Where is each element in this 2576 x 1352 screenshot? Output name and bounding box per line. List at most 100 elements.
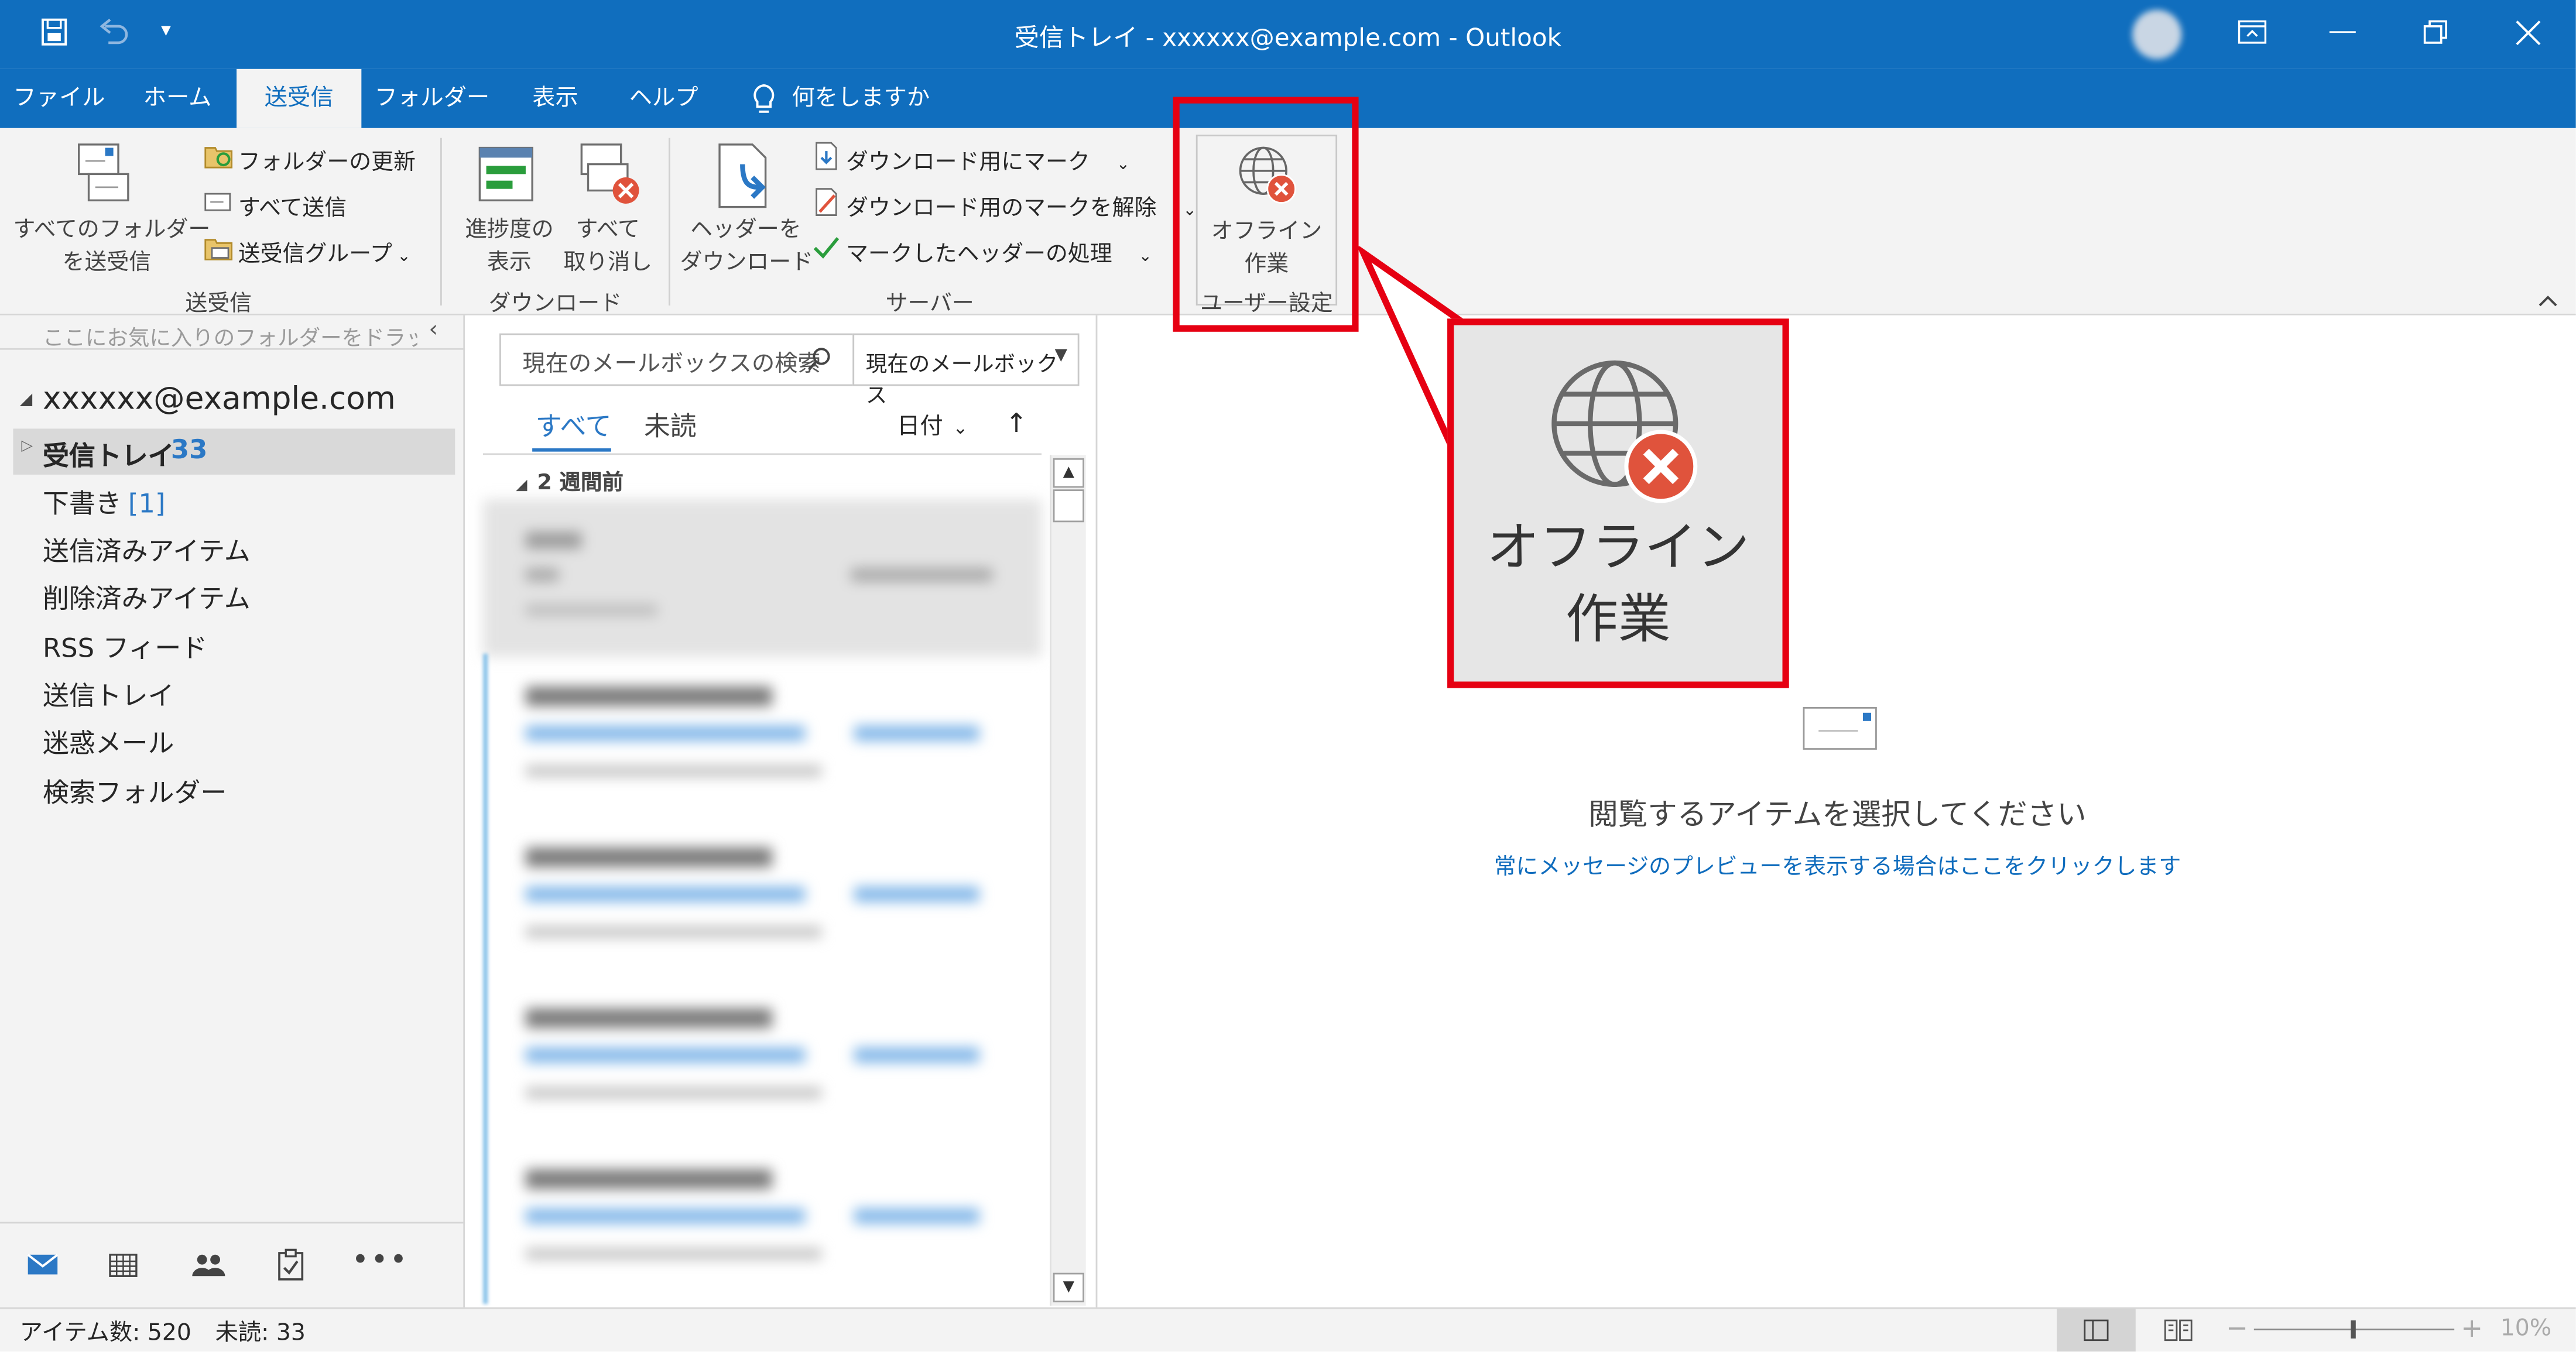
tab-folder[interactable]: フォルダー [371,69,493,128]
send-receive-groups-button[interactable]: 送受信グループ ⌄ [238,235,411,267]
show-progress-line1: 進捗度の [465,217,554,243]
filter-all-tab[interactable]: すべて [536,404,612,443]
expand-icon[interactable]: ▷ [21,438,32,455]
user-avatar[interactable] [2132,9,2182,60]
title-bar: ▾ 受信トレイ - xxxxxx@example.com - Outlook [0,0,2576,69]
unread-count: 33 [170,433,208,465]
people-icon[interactable] [190,1250,227,1279]
close-icon[interactable] [2513,18,2543,48]
message-list-pane: 現在のメールボックスの検索 現在のメールボックス ▼ すべて 未読 日付 ⌄ ↑ … [466,315,1098,1308]
download-headers-button[interactable]: ヘッダーを ダウンロード [680,210,813,276]
scrollbar-thumb[interactable] [1053,489,1084,523]
folder-pane: ここにお気に入りのフォルダーをドラッグしま ‹ ◢ xxxxxx@example… [0,315,465,1308]
blurred-preview [525,1248,821,1260]
tell-me-search[interactable]: 何をしますか [792,69,940,128]
folder-deleted-items[interactable]: 削除済みアイテム [43,577,251,616]
message-item[interactable] [483,821,1042,979]
cancel-all-line2: 取り消し [563,249,652,276]
message-item[interactable] [482,499,1042,657]
zoom-level: 10% [2500,1315,2552,1342]
folder-inbox-label: 受信トレイ [42,440,174,472]
reading-view-icon[interactable] [2162,1317,2195,1343]
window-title: 受信トレイ - xxxxxx@example.com - Outlook [1014,23,1562,53]
status-bar: アイテム数: 520 未読: 33 − + 10% [0,1307,2576,1352]
unmark-to-download-button[interactable]: ダウンロード用のマークを解除 ⌄ [846,189,1197,222]
minimize-icon[interactable] [2329,31,2356,34]
collapse-group-icon[interactable]: ◢ [516,478,527,495]
message-item[interactable] [483,1143,1042,1300]
search-scope-dropdown[interactable]: 現在のメールボックス ▼ [852,333,1080,409]
favorites-drop-hint: ここにお気に入りのフォルダーをドラッグしま [42,327,417,352]
normal-view-button[interactable] [2057,1309,2136,1352]
blurred-sender [525,686,772,706]
blurred-date [854,726,979,741]
lightbulb-icon [753,84,775,113]
collapse-folder-pane-icon[interactable]: ‹ [429,317,438,344]
tab-view[interactable]: 表示 [509,69,601,128]
ribbon-display-options-icon[interactable] [2236,18,2269,48]
empty-reading-message: 閲覧するアイテムを選択してください [1588,798,2087,833]
show-progress-line2: 表示 [487,249,532,276]
update-folder-button[interactable]: フォルダーの更新 [238,143,416,176]
group-header-label: 2 週間前 [537,471,624,496]
checkmark-icon [813,237,840,259]
scroll-up-icon[interactable]: ▲ [1053,458,1084,488]
folder-sent-items[interactable]: 送信済みアイテム [43,529,251,568]
zoom-in-icon[interactable]: + [2461,1312,2483,1343]
blurred-date [854,1048,979,1063]
scrollbar[interactable]: ▲ ▼ [1050,455,1086,1306]
highlight-box [1173,97,1359,332]
zoom-slider-thumb[interactable] [2351,1320,2356,1339]
folder-outbox[interactable]: 送信トレイ [43,673,174,712]
calendar-icon[interactable] [108,1251,138,1278]
sort-direction-icon[interactable]: ↑ [1005,407,1027,438]
message-item[interactable] [483,982,1042,1140]
mail-icon[interactable] [26,1251,59,1278]
folder-junk-email[interactable]: 迷惑メール [43,721,174,760]
cancel-all-button[interactable]: すべて 取り消し [559,210,657,276]
blurred-sender [525,847,772,867]
restore-icon[interactable] [2421,18,2451,48]
send-receive-all-button[interactable]: すべてのフォルダー を送受信 [13,210,210,276]
cancel-all-line1: すべて [576,217,640,243]
show-progress-button[interactable]: 進捗度の 表示 [457,210,562,276]
ribbon-divider [669,138,670,306]
send-receive-all-icon [78,143,129,202]
process-marked-headers-label: マークしたヘッダーの処理 [846,241,1112,268]
search-input[interactable]: 現在のメールボックスの検索 [522,346,821,379]
mark-to-download-label: ダウンロード用にマーク [846,149,1090,176]
chevron-down-icon: ⌄ [1138,248,1153,266]
group-label-send-receive: 送受信 [185,290,252,317]
download-headers-line1: ヘッダーを [690,217,801,243]
zoom-out-icon[interactable]: − [2226,1312,2248,1343]
expand-account-icon[interactable]: ◢ [20,391,33,409]
tab-home[interactable]: ホーム [125,69,230,128]
group-header[interactable]: ◢ 2 週間前 [516,465,624,496]
folder-drafts[interactable]: 下書き [1] [43,481,166,520]
folder-rss-feeds[interactable]: RSS フィード [43,626,207,665]
sort-by-date[interactable]: 日付 ⌄ [897,409,968,442]
more-apps-icon[interactable]: ••• [351,1243,409,1278]
divider [0,348,465,350]
ribbon-divider [440,138,442,306]
process-marked-headers-button[interactable]: マークしたヘッダーの処理 ⌄ [846,235,1152,267]
search-icon[interactable] [807,346,833,373]
filter-unread-tab[interactable]: 未読 [644,404,697,443]
item-count: アイテム数: 520 [19,1320,191,1347]
tab-file[interactable]: ファイル [6,69,112,128]
folder-inbox[interactable]: ▷ 受信トレイ 33 [13,428,455,475]
reading-pane: 閲覧するアイテムを選択してください 常にメッセージのプレビューを表示する場合はこ… [1099,315,2576,1308]
send-all-button[interactable]: すべて送信 [238,189,347,222]
tab-send-receive[interactable]: 送受信 [237,68,362,128]
mark-to-download-button[interactable]: ダウンロード用にマーク ⌄ [846,143,1130,176]
account-name[interactable]: xxxxxx@example.com [43,381,396,417]
preview-settings-link[interactable]: 常にメッセージのプレビューを表示する場合はここをクリックします [1099,847,2576,880]
message-item[interactable] [483,660,1042,818]
collapse-ribbon-icon[interactable] [2536,292,2559,308]
tab-help[interactable]: ヘルプ [618,69,710,128]
search-box[interactable]: 現在のメールボックスの検索 [499,333,855,386]
scroll-down-icon[interactable]: ▼ [1053,1272,1084,1303]
folder-search-folders[interactable]: 検索フォルダー [43,770,227,809]
tasks-icon[interactable] [276,1248,306,1281]
unread-status-count: 未読: 33 [215,1320,306,1347]
